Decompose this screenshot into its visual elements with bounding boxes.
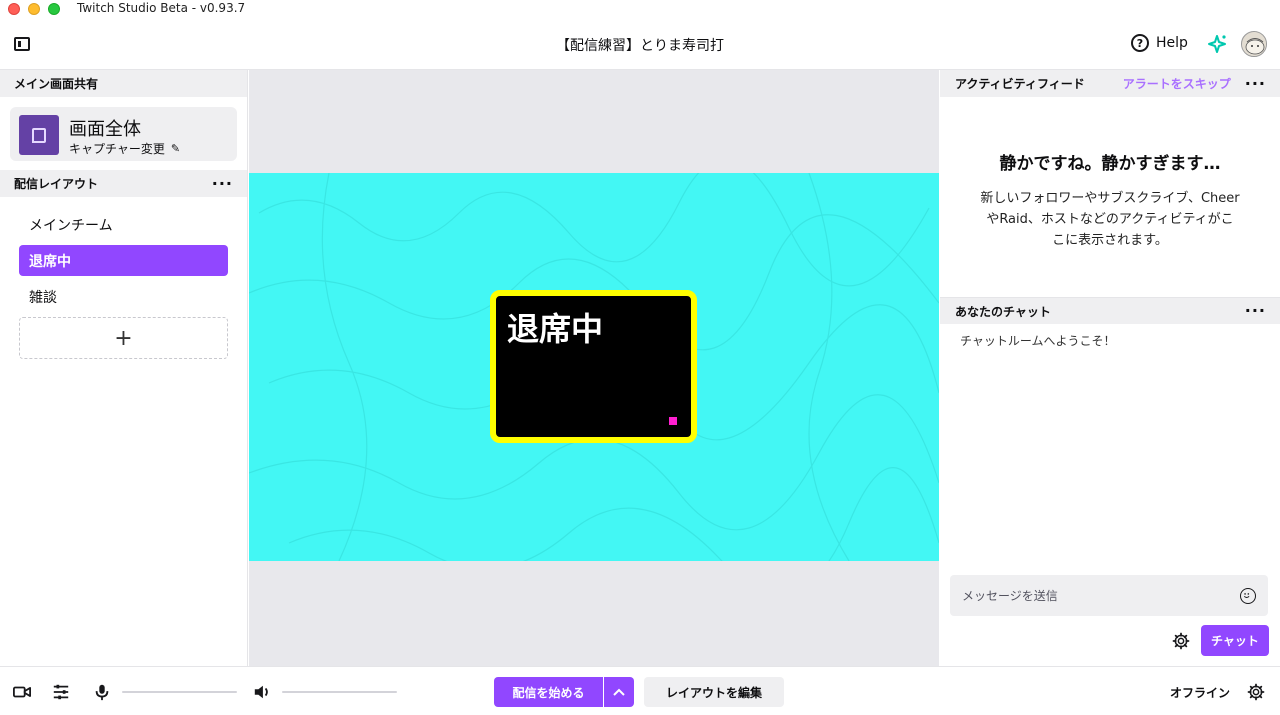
preview-area: 退席中 (249, 70, 939, 666)
chat-heading: あなたのチャット (955, 304, 1051, 319)
microphone-volume-slider[interactable] (122, 691, 237, 693)
away-screen-card: 退席中 (490, 290, 697, 443)
chat-more-icon[interactable]: ··· (1245, 303, 1266, 319)
twitch-glitch-icon (19, 115, 59, 155)
start-stream-button[interactable]: 配信を始める (494, 677, 603, 707)
activity-empty-body: 新しいフォロワーやサブスクライブ、CheerやRaid、ホストなどのアクティビテ… (980, 191, 1240, 248)
away-screen-text: 退席中 (507, 310, 604, 348)
close-window-button[interactable] (8, 3, 20, 15)
bottom-control-bar: 配信を始める レイアウトを編集 オフライン (0, 666, 1280, 715)
app-title: Twitch Studio Beta - v0.93.7 (77, 1, 246, 15)
layouts-header: 配信レイアウト ··· (0, 170, 247, 197)
activity-feed-header: アクティビティフィード アラートをスキップ ··· (940, 70, 1280, 97)
main-share-heading: メイン画面共有 (14, 77, 99, 91)
chat-send-button[interactable]: チャット (1201, 625, 1269, 656)
stream-title[interactable]: 【配信練習】とりま寿司打 (0, 35, 1280, 55)
start-stream-options-button[interactable] (604, 677, 634, 707)
emoji-icon[interactable] (1240, 588, 1256, 604)
help-button[interactable]: ? Help (1131, 34, 1188, 52)
activity-feed-heading: アクティビティフィード (955, 77, 1085, 91)
chat-header: あなたのチャット ··· (940, 297, 1280, 324)
camera-icon[interactable] (13, 683, 31, 701)
help-icon: ? (1131, 34, 1149, 52)
capture-source-card[interactable]: 画面全体 キャプチャー変更 ✎ (10, 107, 237, 161)
chat-settings-gear-icon[interactable] (1172, 632, 1190, 650)
layout-item-main-team[interactable]: メインチーム (19, 209, 228, 240)
top-header: 【配信練習】とりま寿司打 ? Help (0, 18, 1280, 70)
zoom-window-button[interactable] (48, 3, 60, 15)
right-panel: アクティビティフィード アラートをスキップ ··· 静かですね。静かすぎます… … (940, 70, 1280, 666)
chat-input-placeholder: メッセージを送信 (962, 589, 1058, 603)
user-avatar[interactable] (1241, 31, 1267, 57)
layout-list: メインチーム 退席中 雑談 + (0, 197, 247, 359)
skip-alerts-link[interactable]: アラートをスキップ (1123, 75, 1231, 92)
speaker-icon[interactable] (253, 683, 271, 701)
microphone-icon[interactable] (93, 683, 111, 701)
add-layout-button[interactable]: + (19, 317, 228, 359)
away-screen-dot (669, 417, 677, 425)
activity-empty-title: 静かですね。静かすぎます… (999, 154, 1221, 174)
stream-preview[interactable]: 退席中 (249, 173, 939, 561)
window-titlebar: Twitch Studio Beta - v0.93.7 (0, 0, 1280, 18)
desktop-volume-slider[interactable] (282, 691, 397, 693)
capture-source-title: 画面全体 (69, 119, 141, 140)
layout-item-away[interactable]: 退席中 (19, 245, 228, 276)
change-capture-button[interactable]: キャプチャー変更 ✎ (69, 140, 180, 157)
main-share-header: メイン画面共有 (0, 70, 247, 97)
pencil-icon: ✎ (170, 142, 181, 155)
layouts-heading: 配信レイアウト (14, 177, 99, 191)
activity-feed-more-icon[interactable]: ··· (1245, 75, 1266, 91)
layout-item-chatting[interactable]: 雑談 (19, 281, 228, 312)
edit-layout-button[interactable]: レイアウトを編集 (644, 677, 784, 707)
settings-gear-icon[interactable] (1247, 683, 1265, 701)
audio-mixer-icon[interactable] (52, 683, 70, 701)
stream-status-label: オフライン (1170, 686, 1231, 700)
sparkle-icon[interactable] (1206, 33, 1228, 55)
minimize-window-button[interactable] (28, 3, 40, 15)
change-capture-label: キャプチャー変更 (69, 142, 165, 156)
help-label: Help (1156, 35, 1188, 51)
left-panel: メイン画面共有 画面全体 キャプチャー変更 ✎ 配信レイアウト ··· メインチ… (0, 70, 248, 666)
chevron-up-icon (613, 688, 625, 696)
chat-message-input[interactable]: メッセージを送信 (950, 575, 1268, 616)
chat-welcome-message: チャットルームへようこそ！ (960, 334, 1116, 348)
layouts-more-icon[interactable]: ··· (212, 175, 233, 191)
